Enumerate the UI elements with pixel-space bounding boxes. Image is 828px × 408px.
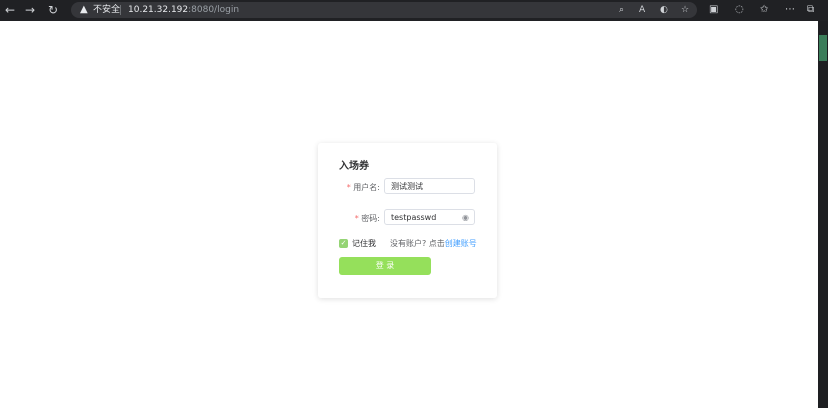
edge-icon[interactable]: ◐ bbox=[660, 4, 668, 16]
required-mark: * bbox=[354, 214, 359, 223]
extensions-icon[interactable]: ◌ bbox=[735, 3, 744, 17]
read-aloud-icon[interactable]: A bbox=[639, 4, 645, 16]
username-value: 测试测试 bbox=[391, 182, 423, 191]
sidebar-tab[interactable] bbox=[819, 35, 827, 61]
more-icon[interactable]: ⋯ bbox=[785, 3, 795, 17]
login-card: 入场券 * 用户名: 测试测试 * 密码: testpasswd ◉ ✓ 记住我… bbox=[318, 143, 497, 298]
sidebar-icon[interactable]: ⧉ bbox=[807, 3, 814, 17]
security-label[interactable]: 不安全 bbox=[93, 4, 120, 16]
remember-label[interactable]: 记住我 bbox=[352, 238, 376, 249]
create-account-link[interactable]: 创建账号 bbox=[445, 239, 477, 248]
back-icon[interactable]: ← bbox=[3, 3, 17, 17]
username-label: * 用户名: bbox=[324, 182, 380, 193]
url-path: :8080/login bbox=[188, 5, 240, 15]
collections-icon[interactable]: ▣ bbox=[709, 3, 718, 17]
eye-icon[interactable]: ◉ bbox=[462, 210, 469, 226]
no-account-text: 没有账户? 点击创建账号 bbox=[390, 238, 477, 249]
login-button[interactable]: 登 录 bbox=[339, 257, 431, 275]
warning-icon[interactable]: ▲ bbox=[80, 4, 88, 16]
remember-checkbox[interactable]: ✓ bbox=[339, 239, 348, 248]
password-label: * 密码: bbox=[324, 213, 380, 224]
required-mark: * bbox=[346, 183, 351, 192]
favorites-bar-icon[interactable]: ✩ bbox=[760, 3, 768, 17]
favorite-icon[interactable]: ☆ bbox=[681, 4, 689, 16]
address-bar[interactable]: ▲ 不安全 10.21.32.192:8080/login ⌕ A ◐ ☆ bbox=[71, 2, 697, 18]
search-icon[interactable]: ⌕ bbox=[619, 4, 624, 16]
refresh-icon[interactable]: ↻ bbox=[46, 3, 60, 17]
password-label-text: 密码: bbox=[361, 214, 380, 223]
username-input[interactable]: 测试测试 bbox=[384, 178, 475, 194]
password-input[interactable]: testpasswd ◉ bbox=[384, 209, 475, 225]
divider bbox=[120, 5, 121, 15]
browser-toolbar: ← → ↻ ▲ 不安全 10.21.32.192:8080/login ⌕ A … bbox=[0, 0, 828, 21]
password-value: testpasswd bbox=[391, 213, 437, 222]
username-label-text: 用户名: bbox=[353, 183, 380, 192]
page-title: 入场券 bbox=[339, 161, 369, 172]
url-text[interactable]: 10.21.32.192:8080/login bbox=[128, 4, 239, 16]
no-account-prompt: 没有账户? 点击 bbox=[390, 239, 445, 248]
forward-icon[interactable]: → bbox=[23, 3, 37, 17]
edge-sidebar bbox=[818, 21, 828, 408]
url-host: 10.21.32.192 bbox=[128, 5, 189, 15]
